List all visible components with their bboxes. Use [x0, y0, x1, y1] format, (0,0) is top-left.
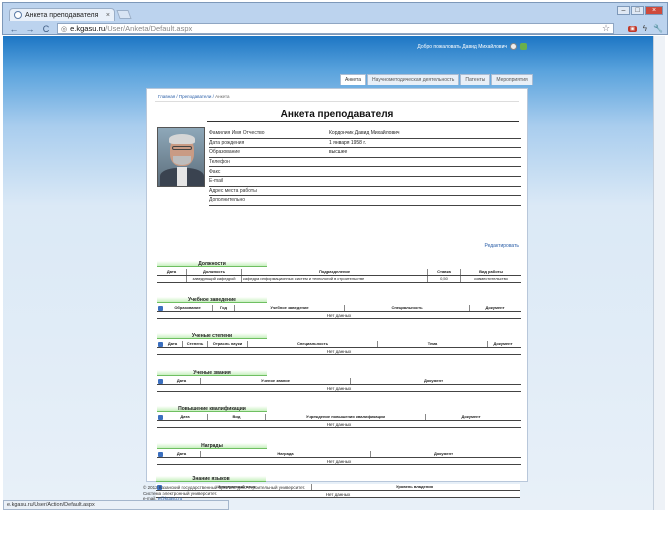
table-header: Дата Должность Подразделение Ставка Вид …: [157, 269, 521, 276]
breadcrumb: Главная / Преподаватели / Анкета: [158, 94, 230, 99]
profile-row: Образование высшее: [209, 148, 521, 158]
tab-anketa[interactable]: Анкета: [340, 74, 366, 85]
minimize-button[interactable]: –: [617, 6, 630, 15]
tab-scientific[interactable]: Научнометодическая деятельность: [366, 74, 460, 85]
footer-copyright: © 2012 Казанский государственный архитек…: [143, 485, 306, 490]
page-icon: ◎: [61, 25, 68, 33]
edit-link[interactable]: Редактировать: [484, 243, 519, 249]
status-bar: e.kgasu.ru/User/Action/Default.aspx: [3, 500, 229, 510]
browser-toolbar: ← → C ◎ e.kgasu.ru/User/Anketa/Default.a…: [5, 22, 667, 35]
section-title: Ученые степени: [157, 333, 267, 339]
breadcrumb-home[interactable]: Главная: [158, 94, 175, 99]
welcome-area: Добро пожаловать Давид Михайлович: [417, 43, 527, 50]
vertical-scrollbar[interactable]: [653, 36, 665, 510]
page-viewport: Добро пожаловать Давид Михайлович Анкета…: [3, 36, 653, 510]
maximize-button[interactable]: □: [631, 6, 644, 15]
no-data-label: Нет данных: [157, 348, 521, 355]
table-header: Дата Ученое звание Документ: [157, 378, 521, 385]
profile-photo: [157, 127, 205, 187]
content-panel: Главная / Преподаватели / Анкета Анкета …: [146, 88, 528, 482]
window-controls: – □ ×: [617, 6, 663, 15]
user-icon[interactable]: [510, 43, 517, 50]
page-title: Анкета преподавателя: [280, 109, 394, 120]
no-data-label: Нет данных: [157, 421, 521, 428]
no-data-label: Нет данных: [157, 458, 521, 465]
section-title: Должности: [157, 261, 267, 267]
welcome-text: Добро пожаловать Давид Михайлович: [417, 43, 507, 50]
table-header: Дата Степень Отрасль науки Специальность…: [157, 341, 521, 348]
profile-row: Дополнительно: [209, 196, 521, 206]
browser-tab[interactable]: Анкета преподавателя ×: [9, 8, 115, 21]
back-button[interactable]: ←: [9, 24, 19, 34]
no-data-label: Нет данных: [157, 385, 521, 392]
reload-button[interactable]: C: [41, 24, 51, 34]
table-header: Образование Год Учебное заведение Специа…: [157, 305, 521, 312]
address-bar[interactable]: ◎ e.kgasu.ru/User/Anketa/Default.aspx ☆: [57, 23, 615, 34]
favicon-icon: [14, 11, 22, 19]
table-header: Дата Награда Документ: [157, 451, 521, 458]
logout-icon[interactable]: [520, 43, 527, 50]
section-title: Знание языков: [156, 476, 266, 482]
profile-row: Адрес места работы: [209, 187, 521, 197]
new-tab-button[interactable]: [116, 10, 132, 19]
profile-row: E-mail: [209, 177, 521, 187]
section-title: Награды: [157, 443, 267, 449]
table-row: заведующий кафедрой кафедра информационн…: [157, 276, 521, 283]
section-title: Повышение квалификации: [157, 406, 267, 412]
tab-close-icon[interactable]: ×: [106, 12, 110, 19]
extension-icon[interactable]: ▣: [628, 25, 637, 32]
url-host: e.kgasu.ru: [70, 24, 106, 33]
breadcrumb-current: Анкета: [215, 94, 230, 99]
profile-row: Фамилия Имя Отчество Кордончик Давид Миха…: [209, 129, 521, 139]
browser-chrome: Анкета преподавателя × – □ × ← → C ◎ e.k…: [2, 2, 668, 35]
bookmark-star-icon[interactable]: ☆: [602, 23, 610, 34]
profile-row: Телефон: [209, 158, 521, 168]
url-path: /User/Anketa/Default.aspx: [105, 24, 193, 33]
forward-button[interactable]: →: [25, 24, 35, 34]
no-data-label: Нет данных: [157, 312, 521, 319]
lightning-icon[interactable]: ϟ: [643, 24, 647, 33]
tab-patents[interactable]: Патенты: [460, 74, 491, 85]
tab-title: Анкета преподавателя: [25, 11, 99, 19]
close-window-button[interactable]: ×: [645, 6, 663, 15]
wrench-icon[interactable]: 🔧: [653, 24, 663, 33]
main-tabs: Анкета Научнометодическая деятельность П…: [340, 74, 533, 85]
table-header: Дата Вид Учреждение повышения квалификац…: [157, 414, 521, 421]
profile-info: Фамилия Имя Отчество Кордончик Давид Миха…: [209, 129, 521, 206]
profile-row: Факс: [209, 167, 521, 177]
breadcrumb-teachers[interactable]: Преподаватели: [179, 94, 211, 99]
profile-row: Дата рождения 1 января 1958 г.: [209, 139, 521, 149]
section-title: Ученые звания: [157, 370, 267, 376]
tab-events[interactable]: Мероприятия: [491, 74, 533, 85]
section-title: Учебное заведение: [157, 297, 267, 303]
